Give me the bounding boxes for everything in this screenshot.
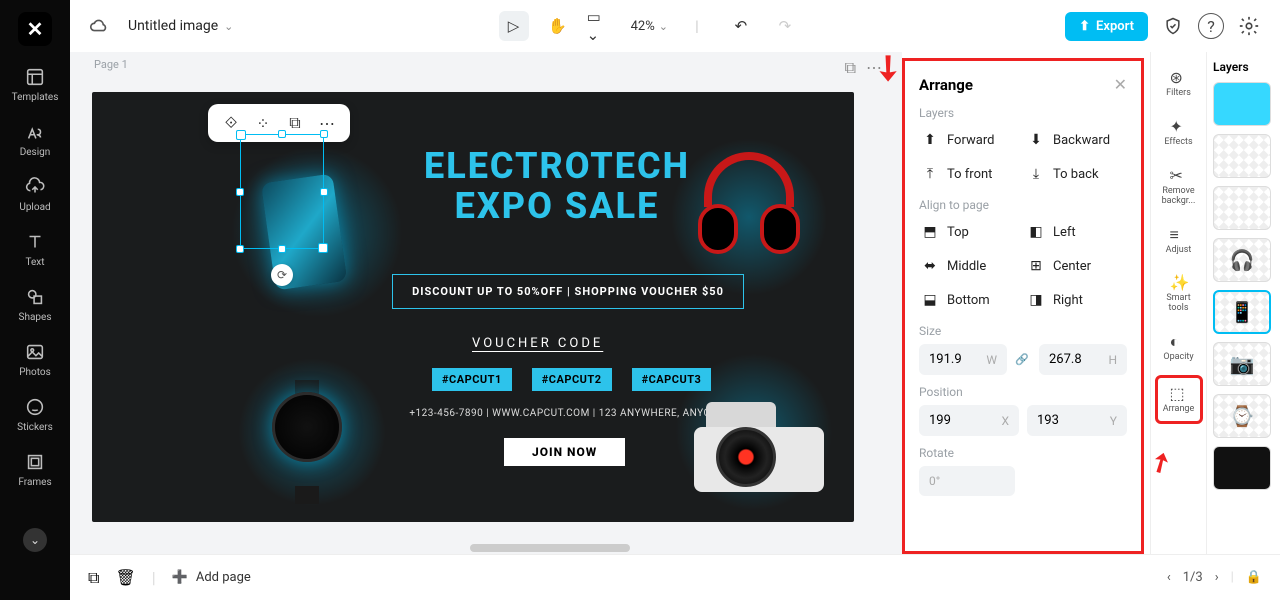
close-icon[interactable]: ✕ bbox=[1114, 75, 1127, 94]
layer-thumbnail-5[interactable]: 📱 bbox=[1213, 290, 1271, 334]
align-center-button[interactable]: ⊞Center bbox=[1025, 252, 1127, 280]
topbar: Untitled image⌄ ▷ ✋ ▭ ⌄ 42%⌄ | ↶ ↷ ⬆ Exp… bbox=[70, 0, 1280, 52]
tag-2[interactable]: #CAPCUT2 bbox=[532, 368, 612, 391]
watch-image[interactable] bbox=[267, 392, 347, 492]
align-bottom-button[interactable]: ⬓Bottom bbox=[919, 286, 1021, 314]
selection-box[interactable] bbox=[240, 134, 324, 249]
divider: | bbox=[682, 11, 712, 41]
remove-bg-tool[interactable]: ✂Remove backgr... bbox=[1155, 160, 1203, 213]
arrange-title: Arrange bbox=[919, 76, 973, 94]
chevron-down-icon: ⌄ bbox=[224, 20, 233, 33]
rail-shapes[interactable]: Shapes bbox=[5, 278, 65, 331]
arrange-tool[interactable]: ⬚Arrange bbox=[1155, 375, 1203, 424]
trash-icon[interactable]: 🗑 bbox=[115, 568, 135, 587]
rail-frames[interactable]: Frames bbox=[5, 443, 65, 496]
voucher-tags[interactable]: #CAPCUT1 #CAPCUT2 #CAPCUT3 bbox=[432, 368, 711, 391]
canvas-area[interactable]: Page 1 ⧉⋯ ELECTROTECH EXPO SALE DISCOUNT… bbox=[70, 52, 902, 554]
tag-1[interactable]: #CAPCUT1 bbox=[432, 368, 512, 391]
to-back-button[interactable]: ⤓To back bbox=[1025, 160, 1127, 188]
help-icon[interactable]: ? bbox=[1198, 13, 1224, 39]
redo-button[interactable]: ↷ bbox=[770, 11, 800, 41]
layers-section-label: Layers bbox=[919, 106, 1127, 120]
layers-column: Layers 🎧 📱 📷 ⌚ bbox=[1206, 52, 1280, 554]
align-middle-button[interactable]: ⬌Middle bbox=[919, 252, 1021, 280]
canvas[interactable]: ELECTROTECH EXPO SALE DISCOUNT UP TO 50%… bbox=[92, 92, 854, 522]
rotate-handle[interactable]: ⟳ bbox=[271, 264, 293, 286]
backward-button[interactable]: ⬇Backward bbox=[1025, 126, 1127, 154]
horizontal-scrollbar[interactable] bbox=[470, 544, 630, 552]
contact-info[interactable]: +123-456-7890 | WWW.CAPCUT.COM | 123 ANY… bbox=[392, 408, 744, 419]
zoom-level[interactable]: 42%⌄ bbox=[631, 19, 668, 34]
rail-expand[interactable]: ⌄ bbox=[23, 528, 47, 552]
layers-title: Layers bbox=[1213, 60, 1274, 74]
rail-design[interactable]: Design bbox=[5, 113, 65, 166]
camera-image[interactable] bbox=[694, 402, 824, 492]
align-left-button[interactable]: ◧Left bbox=[1025, 218, 1127, 246]
document-title[interactable]: Untitled image⌄ bbox=[128, 18, 233, 34]
height-input[interactable]: 267.8H bbox=[1039, 344, 1127, 375]
rail-text[interactable]: Text bbox=[5, 223, 65, 276]
to-front-button[interactable]: ⤒To front bbox=[919, 160, 1021, 188]
rail-photos[interactable]: Photos bbox=[5, 333, 65, 386]
copy-icon[interactable]: ⧉ bbox=[284, 112, 306, 134]
duplicate-icon: ⧉ bbox=[845, 58, 856, 78]
app-logo[interactable]: ✕ bbox=[18, 12, 52, 46]
rail-templates[interactable]: Templates bbox=[5, 58, 65, 111]
forward-button[interactable]: ⬆Forward bbox=[919, 126, 1021, 154]
headline-text[interactable]: ELECTROTECH EXPO SALE bbox=[392, 147, 722, 226]
page-label: Page 1 bbox=[94, 58, 128, 71]
align-section-label: Align to page bbox=[919, 198, 1127, 212]
layer-thumbnail-6[interactable]: 📷 bbox=[1213, 342, 1271, 386]
tag-3[interactable]: #CAPCUT3 bbox=[632, 368, 712, 391]
shield-icon[interactable] bbox=[1160, 13, 1186, 39]
cloud-icon[interactable] bbox=[88, 15, 110, 37]
voucher-label[interactable]: VOUCHER CODE bbox=[472, 336, 603, 351]
layer-thumbnail-4[interactable]: 🎧 bbox=[1213, 238, 1271, 282]
bottombar: ⧉ 🗑 | ➕ Add page ‹ 1/3 › | 🔒 bbox=[70, 554, 1280, 600]
rail-upload[interactable]: Upload bbox=[5, 168, 65, 221]
rotate-section-label: Rotate bbox=[919, 446, 1127, 460]
align-right-button[interactable]: ◨Right bbox=[1025, 286, 1127, 314]
pages-icon[interactable]: ⧉ bbox=[88, 568, 99, 588]
width-input[interactable]: 191.9W bbox=[919, 344, 1007, 375]
adjust-tool[interactable]: ≡Adjust bbox=[1155, 219, 1203, 262]
subline-text[interactable]: DISCOUNT UP TO 50%OFF | SHOPPING VOUCHER… bbox=[392, 274, 744, 309]
layer-thumbnail-2[interactable] bbox=[1213, 134, 1271, 178]
smart-tools[interactable]: ✨Smart tools bbox=[1155, 267, 1203, 320]
size-section-label: Size bbox=[919, 324, 1127, 338]
layer-thumbnail-8[interactable] bbox=[1213, 446, 1271, 490]
rotate-input[interactable]: 0° bbox=[919, 466, 1015, 496]
join-button[interactable]: JOIN NOW bbox=[504, 438, 625, 466]
next-page-icon[interactable]: › bbox=[1215, 570, 1219, 585]
undo-button[interactable]: ↶ bbox=[726, 11, 756, 41]
position-section-label: Position bbox=[919, 385, 1127, 399]
left-rail: ✕ Templates Design Upload Text Shapes Ph… bbox=[0, 0, 70, 600]
crop-dropdown[interactable]: ▭ ⌄ bbox=[587, 11, 617, 41]
headphones-image[interactable] bbox=[694, 152, 804, 262]
y-input[interactable]: 193Y bbox=[1027, 405, 1127, 436]
page-counter: 1/3 bbox=[1183, 570, 1203, 585]
settings-icon[interactable] bbox=[1236, 13, 1262, 39]
filters-tool[interactable]: ⊛Filters bbox=[1155, 62, 1203, 105]
x-input[interactable]: 199X bbox=[919, 405, 1019, 436]
effects-tool[interactable]: ✦Effects bbox=[1155, 111, 1203, 154]
export-button[interactable]: ⬆ Export bbox=[1065, 12, 1148, 41]
magic-icon[interactable]: ⁘ bbox=[252, 112, 274, 134]
lock-icon[interactable]: 🔒 bbox=[1246, 570, 1262, 585]
prev-page-icon[interactable]: ‹ bbox=[1167, 570, 1171, 585]
layer-thumbnail-1[interactable] bbox=[1213, 82, 1271, 126]
cursor-tool[interactable]: ▷ bbox=[499, 11, 529, 41]
opacity-tool[interactable]: ◐Opacity bbox=[1155, 326, 1203, 369]
add-page-button[interactable]: ➕ Add page bbox=[172, 570, 251, 585]
lock-aspect-icon[interactable]: 🔗 bbox=[1015, 353, 1031, 366]
hand-tool[interactable]: ✋ bbox=[543, 11, 573, 41]
arrange-panel: Arrange ✕ Layers ⬆Forward ⬇Backward ⤒To f… bbox=[902, 58, 1144, 554]
rail-stickers[interactable]: Stickers bbox=[5, 388, 65, 441]
layer-thumbnail-3[interactable] bbox=[1213, 186, 1271, 230]
align-top-button[interactable]: ⬒Top bbox=[919, 218, 1021, 246]
layer-thumbnail-7[interactable]: ⌚ bbox=[1213, 394, 1271, 438]
